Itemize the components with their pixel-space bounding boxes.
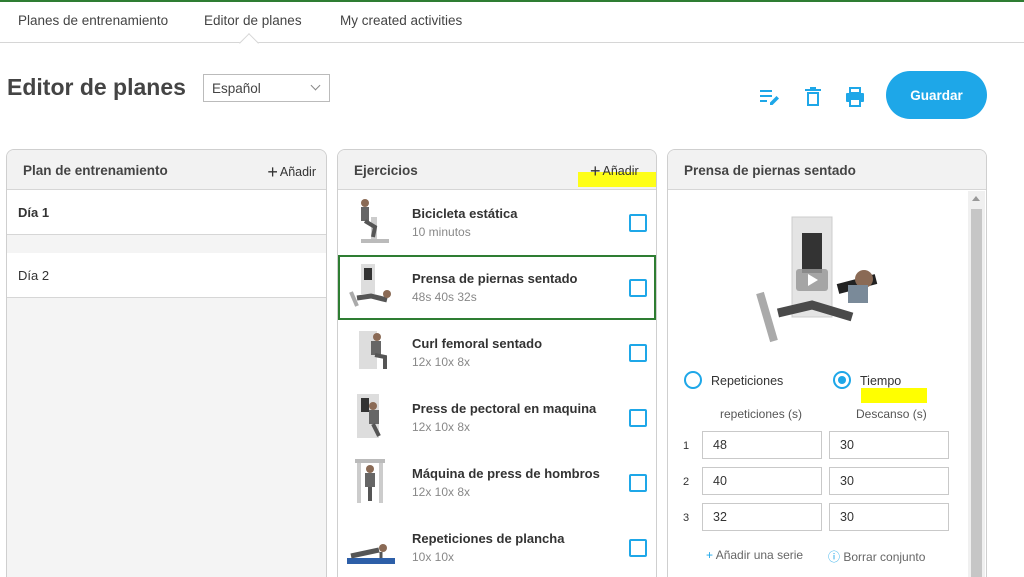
set-number: 3 [683,512,690,524]
exercise-detail: 12x 10x 8x [412,485,471,499]
exercise-checkbox[interactable] [629,474,647,492]
set-2-rest-input[interactable] [829,467,949,495]
exercise-detail: 10 minutos [412,225,471,239]
column-header-reps: repeticiones (s) [720,407,803,421]
set-3-rest-input[interactable] [829,503,949,531]
radio-time[interactable] [833,371,851,389]
save-button[interactable]: Guardar [886,71,987,119]
chest-press-icon [357,394,381,438]
exercise-detail: 48s 40s 32s [412,290,477,304]
exercise-detail: 10x 10x [412,550,455,564]
scrollbar[interactable] [968,191,985,577]
day-row-1[interactable]: Día 1 [7,190,326,235]
radio-repetitions[interactable] [684,371,702,389]
tab-training-plans[interactable]: Planes de entrenamiento [18,13,168,28]
add-set-label: Añadir una serie [715,548,804,562]
exercise-name: Press de pectoral en maquina [412,401,597,416]
scrollbar-thumb[interactable] [971,209,982,577]
day-label: Día 2 [18,268,50,283]
exercise-row-selected[interactable]: Prensa de piernas sentado 48s 40s 32s [338,255,656,320]
panel-title: Prensa de piernas sentado [684,163,856,178]
exercise-detail: 12x 10x 8x [412,420,471,434]
plank-icon [347,544,395,564]
plus-icon: + [590,161,601,181]
exercise-name: Máquina de press de hombros [412,466,600,481]
clear-set-label: Borrar conjunto [843,550,926,564]
print-icon[interactable] [844,86,866,108]
exercise-checkbox[interactable] [629,214,647,232]
panel-header: Prensa de piernas sentado [668,150,986,190]
exercise-row[interactable]: Repeticiones de plancha 10x 10x [338,515,656,577]
page-title: Editor de planes [7,74,186,100]
exercise-checkbox[interactable] [629,409,647,427]
language-select-value: Español [212,81,261,96]
exercise-row[interactable]: Curl femoral sentado 12x 10x 8x [338,320,656,385]
active-tab-caret [239,33,259,53]
exercise-row[interactable]: Press de pectoral en maquina 12x 10x 8x [338,385,656,450]
exercise-checkbox[interactable] [629,344,647,362]
top-navigation: Planes de entrenamiento Editor de planes… [0,2,1024,53]
trash-icon[interactable] [802,86,824,108]
set-3-reps-input[interactable] [702,503,822,531]
set-number: 2 [683,476,690,488]
day-spacer [7,235,326,253]
language-select[interactable]: Español [203,74,330,102]
panel-header: Plan de entrenamiento + Añadir [7,150,326,190]
chevron-down-icon [310,80,321,91]
scroll-up-arrow-icon[interactable] [972,196,980,201]
exercise-checkbox[interactable] [629,539,647,557]
exercise-name: Repeticiones de plancha [412,531,565,546]
highlight-mark [861,388,927,403]
exercises-panel: Ejercicios +Añadir Bicicleta estática 10… [337,149,657,577]
set-2-reps-input[interactable] [702,467,822,495]
set-1-reps-input[interactable] [702,431,822,459]
exercise-detail: 12x 10x 8x [412,355,471,369]
leg-press-icon [349,264,391,307]
add-label: Añadir [279,165,316,179]
exercise-illustration [756,216,878,343]
exercise-row[interactable]: Bicicleta estática 10 minutos [338,190,656,255]
exercise-name: Prensa de piernas sentado [412,271,578,286]
radio-label: Repeticiones [711,374,784,388]
day-label: Día 1 [18,205,50,220]
stationary-bike-icon [361,199,389,243]
tab-my-created-activities[interactable]: My created activities [340,13,462,28]
training-plan-panel: Plan de entrenamiento + Añadir Día 1 Día … [6,149,327,577]
set-number: 1 [683,440,690,452]
clear-set-link[interactable]: ⓘ Borrar conjunto [828,548,925,565]
add-set-link[interactable]: + Añadir una serie [706,548,803,562]
exercise-checkbox[interactable] [629,279,647,297]
edit-list-icon[interactable] [758,86,780,108]
day-row-2[interactable]: Día 2 [7,253,326,298]
column-header-rest: Descanso (s) [856,407,927,421]
info-icon: ⓘ [828,550,844,564]
exercise-name: Bicicleta estática [412,206,518,221]
add-exercise-button-overlay[interactable]: + Añadir [590,161,639,182]
panel-title: Ejercicios [354,163,418,178]
exercise-detail-panel: Prensa de piernas sentado Repeticiones T… [667,149,987,577]
set-1-rest-input[interactable] [829,431,949,459]
plus-icon: + [706,548,716,562]
tab-plan-editor[interactable]: Editor de planes [204,13,302,28]
shoulder-press-icon [355,459,385,503]
leg-curl-icon [359,331,387,369]
plus-icon: + [267,162,278,182]
radio-label: Tiempo [860,374,902,388]
add-label: Añadir [602,164,639,178]
panel-title: Plan de entrenamiento [23,163,168,178]
exercise-row[interactable]: Máquina de press de hombros 12x 10x 8x [338,450,656,515]
add-day-button[interactable]: + Añadir [267,162,316,183]
exercise-name: Curl femoral sentado [412,336,543,351]
